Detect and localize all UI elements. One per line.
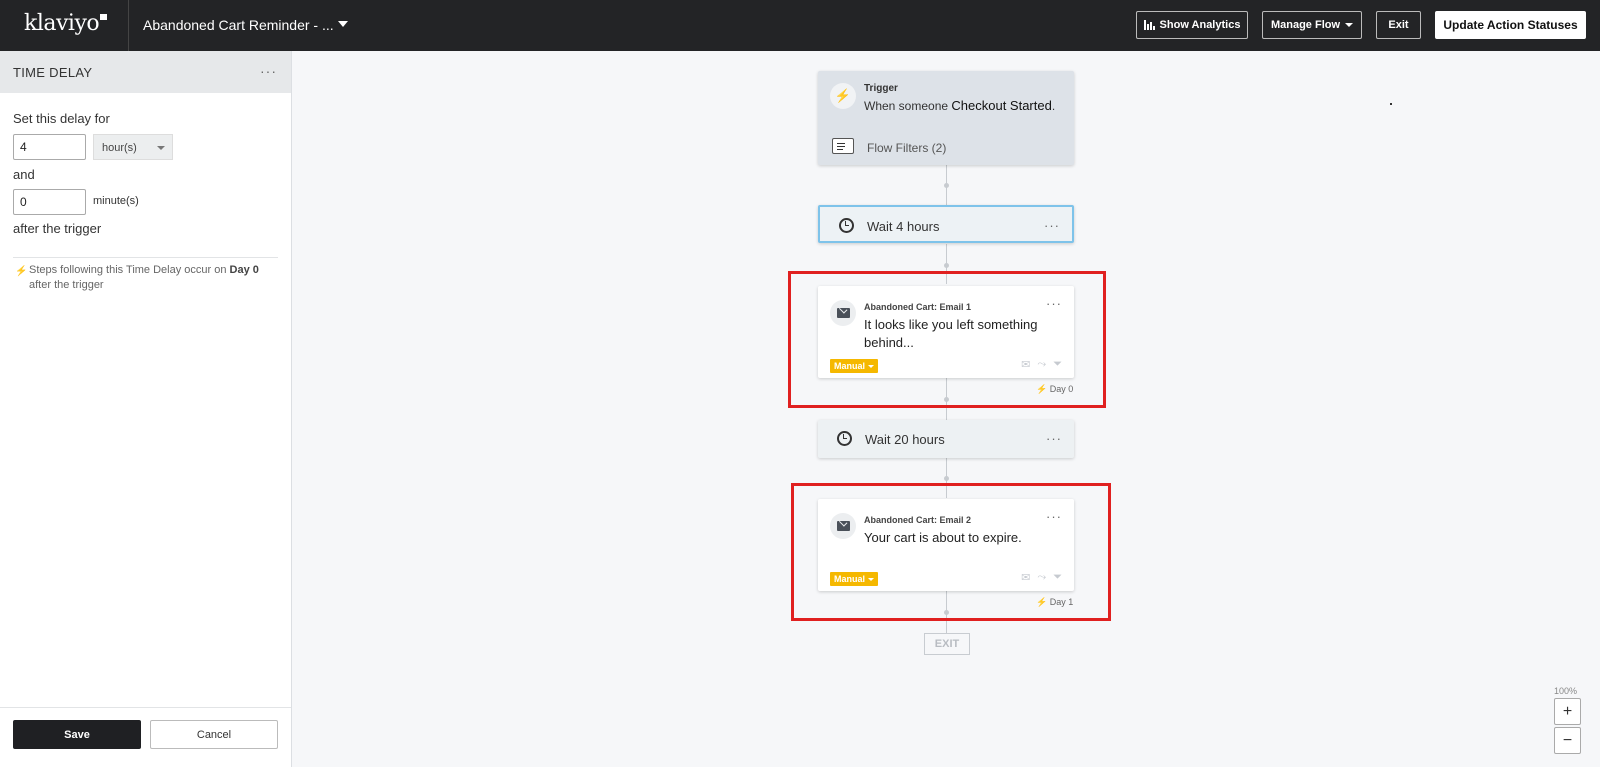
email-name: Abandoned Cart: Email 2 xyxy=(864,515,972,525)
klaviyo-logo[interactable]: klaviyo xyxy=(24,11,108,36)
email-subject: It looks like you left something behind.… xyxy=(864,317,1038,350)
step-menu-icon[interactable]: ··· xyxy=(1046,509,1062,524)
split-icon: ⤳ xyxy=(1037,358,1047,370)
step-status-icons: ✉ ⤳ ⏷ xyxy=(1021,571,1062,584)
lightning-icon: ⚡ xyxy=(15,266,28,277)
hours-input[interactable] xyxy=(13,134,86,160)
zoom-in-button[interactable]: + xyxy=(1554,698,1581,725)
canvas-dot xyxy=(1390,103,1392,105)
filter-icon: ⏷ xyxy=(1053,571,1062,583)
step-menu-icon[interactable]: ··· xyxy=(1046,296,1062,311)
panel-footer: Save Cancel xyxy=(0,707,291,767)
chevron-down-icon xyxy=(1345,23,1354,27)
flow-filters-link[interactable]: Flow Filters (2) xyxy=(867,141,946,155)
connector-dot xyxy=(944,263,949,268)
day-note: ⚡ Steps following this Time Delay occur … xyxy=(13,263,283,293)
wait-label: Wait 20 hours xyxy=(865,432,945,447)
mail-check-icon: ✉ xyxy=(1021,572,1031,584)
status-badge[interactable]: Manual xyxy=(830,572,879,586)
and-label: and xyxy=(13,167,35,182)
wait-step-2[interactable]: Wait 20 hours ··· xyxy=(818,420,1074,458)
cancel-button[interactable]: Cancel xyxy=(150,720,278,749)
filter-list-icon[interactable] xyxy=(832,138,854,154)
save-button[interactable]: Save xyxy=(13,720,141,749)
email-icon xyxy=(830,513,856,539)
exit-node: EXIT xyxy=(924,633,970,655)
logo-flag-icon xyxy=(100,14,108,20)
top-bar: klaviyo Abandoned Cart Reminder - ... Sh… xyxy=(0,0,1600,51)
note-prefix: Steps following this Time Delay occur on xyxy=(29,264,227,276)
panel-header: TIME DELAY ··· xyxy=(0,51,291,93)
divider xyxy=(13,257,278,258)
lightning-icon: ⚡ xyxy=(1036,384,1048,394)
after-trigger-label: after the trigger xyxy=(13,221,102,236)
clock-icon xyxy=(839,218,854,233)
chevron-down-icon xyxy=(157,146,165,150)
minutes-input[interactable] xyxy=(13,189,86,215)
email-icon xyxy=(830,300,856,326)
clock-icon xyxy=(837,431,852,446)
minutes-unit-label: minute(s) xyxy=(93,195,139,207)
trigger-label: Trigger xyxy=(864,83,898,94)
flow-title-dropdown-icon[interactable] xyxy=(338,21,348,27)
step-menu-icon[interactable]: ··· xyxy=(1046,431,1062,446)
email-name: Abandoned Cart: Email 1 xyxy=(864,302,972,312)
lightning-icon: ⚡ xyxy=(1036,597,1048,607)
trigger-prefix: When someone xyxy=(864,99,949,113)
filter-icon: ⏷ xyxy=(1053,358,1062,370)
status-badge[interactable]: Manual xyxy=(830,359,879,373)
lightning-icon: ⚡ xyxy=(830,83,856,109)
email-step-1[interactable]: Abandoned Cart: Email 1 ··· It looks lik… xyxy=(818,286,1074,378)
unit-select[interactable]: hour(s) xyxy=(93,134,173,160)
unit-select-value: hour(s) xyxy=(102,142,137,154)
mail-check-icon: ✉ xyxy=(1021,359,1031,371)
zoom-level: 100% xyxy=(1554,686,1578,696)
wait-label: Wait 4 hours xyxy=(867,219,940,234)
connector-dot xyxy=(944,476,949,481)
show-analytics-button[interactable]: Show Analytics xyxy=(1136,11,1248,39)
split-icon: ⤳ xyxy=(1037,571,1047,583)
zoom-out-button[interactable]: − xyxy=(1554,727,1581,754)
set-delay-label: Set this delay for xyxy=(13,111,110,126)
trigger-suffix: . xyxy=(1051,99,1056,113)
manage-flow-label: Manage Flow xyxy=(1270,19,1341,31)
time-delay-panel: TIME DELAY ··· Set this delay for hour(s… xyxy=(0,51,292,767)
email-step-2[interactable]: Abandoned Cart: Email 2 ··· Your cart is… xyxy=(818,499,1074,591)
panel-title: TIME DELAY xyxy=(13,64,93,80)
note-day: Day 0 xyxy=(229,264,259,276)
exit-button[interactable]: Exit xyxy=(1376,11,1421,39)
topbar-divider xyxy=(128,0,129,51)
day-label: ⚡ Day 0 xyxy=(1036,384,1074,394)
trigger-event: Checkout Started xyxy=(951,98,1052,113)
chevron-down-icon xyxy=(868,364,875,368)
connector-dot xyxy=(944,183,949,188)
trigger-text: When someone Checkout Started. xyxy=(864,98,1055,113)
bar-chart-icon xyxy=(1143,20,1155,30)
step-status-icons: ✉ ⤳ ⏷ xyxy=(1021,358,1062,371)
panel-menu-icon[interactable]: ··· xyxy=(260,63,277,79)
update-action-statuses-button[interactable]: Update Action Statuses xyxy=(1435,11,1586,39)
manage-flow-button[interactable]: Manage Flow xyxy=(1262,11,1362,39)
show-analytics-label: Show Analytics xyxy=(1159,19,1241,31)
day-label: ⚡ Day 1 xyxy=(1036,597,1074,607)
wait-step-1[interactable]: Wait 4 hours ··· xyxy=(818,205,1074,243)
email-subject: Your cart is about to expire. xyxy=(864,530,1022,545)
note-suffix: after the trigger xyxy=(29,279,104,291)
step-menu-icon[interactable]: ··· xyxy=(1044,218,1060,233)
chevron-down-icon xyxy=(868,577,875,581)
flow-title[interactable]: Abandoned Cart Reminder - ... xyxy=(143,17,334,33)
trigger-card[interactable]: ⚡ Trigger When someone Checkout Started.… xyxy=(818,71,1074,165)
